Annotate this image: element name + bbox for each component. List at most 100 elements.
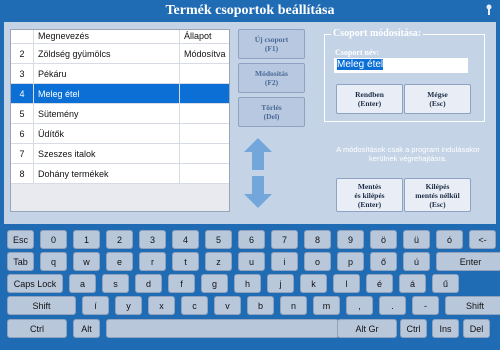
ok-button[interactable]: Rendben (Enter) <box>336 84 403 114</box>
modify-label: Módosítás <box>255 69 288 78</box>
header-name: Megnevezés <box>34 30 180 43</box>
key-l[interactable]: l <box>333 274 360 293</box>
key-q[interactable]: q <box>40 252 67 271</box>
key-1[interactable]: 1 <box>73 230 100 249</box>
key-ins[interactable]: Ins <box>432 319 459 338</box>
key-r[interactable]: r <box>139 252 166 271</box>
key-n[interactable]: n <box>280 296 307 315</box>
key-t[interactable]: t <box>172 252 199 271</box>
exit-nosave-line2: mentés nélkül <box>415 190 460 200</box>
key-c[interactable]: c <box>181 296 208 315</box>
key-h[interactable]: h <box>234 274 261 293</box>
key-g[interactable]: g <box>201 274 228 293</box>
key-b[interactable]: b <box>247 296 274 315</box>
new-group-label: Új csoport <box>254 35 289 44</box>
key-.[interactable]: . <box>379 296 406 315</box>
key-,[interactable]: , <box>346 296 373 315</box>
key-ü[interactable]: ü <box>403 230 430 249</box>
cell-name: Szeszes italok <box>34 144 180 163</box>
table-row[interactable]: 4 Meleg étel <box>11 84 229 104</box>
key-i[interactable]: i <box>271 252 298 271</box>
key-z[interactable]: z <box>205 252 232 271</box>
key-shift[interactable]: Shift <box>7 296 76 315</box>
key-x[interactable]: x <box>148 296 175 315</box>
cell-status <box>180 164 229 183</box>
key-ctrl[interactable]: Ctrl <box>7 319 67 338</box>
key-f[interactable]: f <box>168 274 195 293</box>
pin-icon[interactable] <box>484 4 494 16</box>
key-del[interactable]: Del <box>463 319 490 338</box>
key-a[interactable]: a <box>69 274 96 293</box>
key-alt-gr[interactable]: Alt Gr <box>337 319 397 338</box>
key-tab[interactable]: Tab <box>7 252 34 271</box>
key-d[interactable]: d <box>135 274 162 293</box>
key-e[interactable]: e <box>106 252 133 271</box>
new-group-button[interactable]: Új csoport (F1) <box>238 29 305 59</box>
key-esc[interactable]: Esc <box>7 230 34 249</box>
key-ő[interactable]: ő <box>370 252 397 271</box>
cancel-label: Mégse <box>427 90 448 99</box>
key-p[interactable]: p <box>337 252 364 271</box>
key-8[interactable]: 8 <box>304 230 331 249</box>
key-j[interactable]: j <box>267 274 294 293</box>
key-v[interactable]: v <box>214 296 241 315</box>
delete-button[interactable]: Törlés (Del) <box>238 97 305 127</box>
save-exit-button[interactable]: Mentés és kilépés (Enter) <box>336 178 403 212</box>
key-y[interactable]: y <box>115 296 142 315</box>
modify-button[interactable]: Módosítás (F2) <box>238 63 305 93</box>
key-6[interactable]: 6 <box>238 230 265 249</box>
cell-name: Meleg étel <box>34 84 180 103</box>
key-4[interactable]: 4 <box>172 230 199 249</box>
table-row[interactable]: 8 Dohány termékek <box>11 164 229 184</box>
key-ú[interactable]: ú <box>403 252 430 271</box>
key-k[interactable]: k <box>300 274 327 293</box>
key-w[interactable]: w <box>73 252 100 271</box>
window-title: Termék csoportok beállítása <box>165 3 335 18</box>
key-m[interactable]: m <box>313 296 340 315</box>
key-space[interactable] <box>106 319 339 338</box>
key-ű[interactable]: ű <box>432 274 459 293</box>
key-u[interactable]: u <box>238 252 265 271</box>
key-0[interactable]: 0 <box>40 230 67 249</box>
key-<-[interactable]: <- <box>469 230 496 249</box>
key-ctrl[interactable]: Ctrl <box>400 319 427 338</box>
arrow-down-icon[interactable] <box>244 176 272 208</box>
table-row[interactable]: 6 Üdítők <box>11 124 229 144</box>
key-í[interactable]: í <box>82 296 109 315</box>
key-ó[interactable]: ó <box>436 230 463 249</box>
group-name-input[interactable]: Meleg étel <box>334 58 468 73</box>
key-á[interactable]: á <box>399 274 426 293</box>
table-row[interactable]: 2 Zöldség gyümölcs Módosítva <box>11 44 229 64</box>
cell-status <box>180 124 229 143</box>
cell-num: 6 <box>11 124 34 143</box>
group-table: Megnevezés Állapot 2 Zöldség gyümölcs Módo… <box>10 29 230 212</box>
key-alt[interactable]: Alt <box>73 319 100 338</box>
cell-num: 3 <box>11 64 34 83</box>
table-row[interactable]: 3 Pékáru <box>11 64 229 84</box>
cell-status <box>180 144 229 163</box>
cell-num: 2 <box>11 44 34 63</box>
cell-num: 7 <box>11 144 34 163</box>
key-s[interactable]: s <box>102 274 129 293</box>
key-enter[interactable]: Enter <box>436 252 500 271</box>
arrow-up-icon[interactable] <box>244 138 272 170</box>
table-row[interactable]: 5 Sütemény <box>11 104 229 124</box>
key-9[interactable]: 9 <box>337 230 364 249</box>
key-shift[interactable]: Shift <box>445 296 500 315</box>
exit-nosave-button[interactable]: Kilépés mentés nélkül (Esc) <box>404 178 471 212</box>
header-num <box>11 30 34 43</box>
key-é[interactable]: é <box>366 274 393 293</box>
cell-status: Módosítva <box>184 49 226 59</box>
key-3[interactable]: 3 <box>139 230 166 249</box>
cell-status <box>180 84 229 103</box>
cancel-button[interactable]: Mégse (Esc) <box>404 84 471 114</box>
cancel-shortcut: (Esc) <box>429 99 446 108</box>
key-caps-lock[interactable]: Caps Lock <box>7 274 63 293</box>
table-row[interactable]: 7 Szeszes italok <box>11 144 229 164</box>
key-ö[interactable]: ö <box>370 230 397 249</box>
key-o[interactable]: o <box>304 252 331 271</box>
key--[interactable]: - <box>412 296 439 315</box>
key-2[interactable]: 2 <box>106 230 133 249</box>
key-7[interactable]: 7 <box>271 230 298 249</box>
key-5[interactable]: 5 <box>205 230 232 249</box>
